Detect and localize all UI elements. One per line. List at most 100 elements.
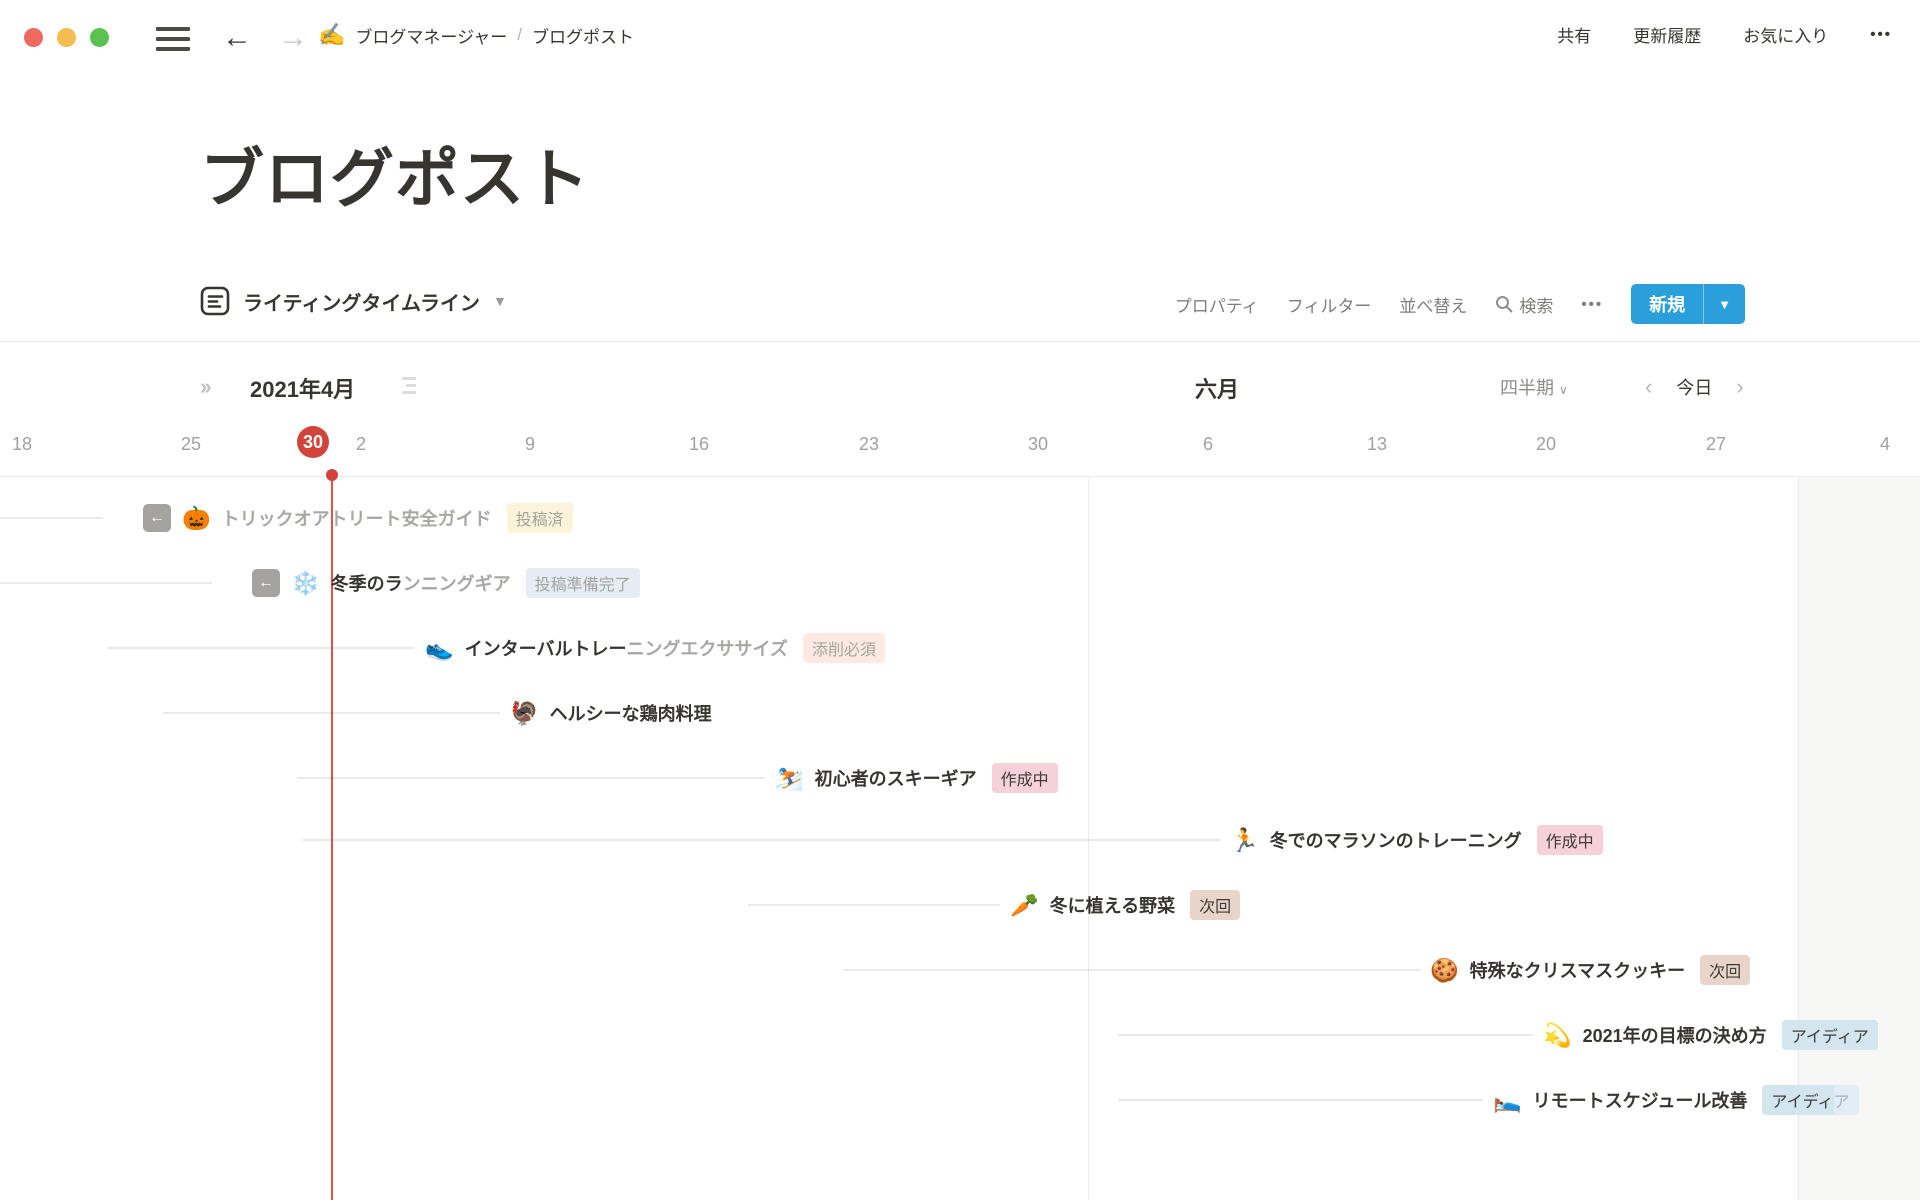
snowflake-icon: ❄️: [291, 572, 320, 595]
date-label: 4: [1880, 434, 1890, 455]
date-label-today: 30: [297, 426, 329, 458]
minimize-window-button[interactable]: [57, 28, 76, 47]
date-label: 2: [356, 434, 366, 455]
sidebar-toggle-icon[interactable]: [156, 27, 190, 51]
forward-arrow-icon[interactable]: →: [278, 18, 308, 58]
cookie-icon: 🍪: [1430, 959, 1459, 982]
timeline-card[interactable]: 👟 インターバルトレーニングエクササイズ 添削必須: [95, 622, 899, 674]
sort-button[interactable]: 並べ替え: [1399, 292, 1467, 317]
date-label: 16: [689, 434, 709, 455]
timeline-card[interactable]: 💫 2021年の目標の決め方 アイディア: [1105, 1009, 1892, 1061]
timeline-card[interactable]: ← ❄️ 冬季のランニングギア 投稿準備完了: [0, 557, 654, 609]
timeline-card[interactable]: 🥕 冬に植える野菜 次回: [735, 879, 1254, 931]
date-label: 13: [1367, 434, 1387, 455]
skier-icon: ⛷️: [775, 767, 804, 790]
date-label: 18: [12, 434, 32, 455]
timeline-view-icon: [200, 286, 230, 316]
view-bar: ライティングタイムライン ▼ プロパティ フィルター 並べ替え 検索 ••• 新…: [0, 270, 1920, 342]
window-controls: [24, 28, 109, 47]
new-entry-chevron-icon[interactable]: ▼: [1704, 284, 1745, 324]
carrot-icon: 🥕: [1010, 894, 1039, 917]
bed-icon: 🛌: [1493, 1089, 1522, 1112]
new-entry-label: 新規: [1631, 284, 1703, 324]
maximize-window-button[interactable]: [90, 28, 109, 47]
view-name: ライティングタイムライン: [243, 287, 480, 316]
window-topbar: ← → ✍️ ブログマネージャー / ブログポスト 共有 更新履歴 お気に入り …: [0, 0, 1920, 76]
date-label: 9: [525, 434, 535, 455]
jump-to-card-button[interactable]: ←: [252, 569, 280, 597]
page-title[interactable]: ブログポスト: [200, 128, 590, 220]
status-badge: 添削必須: [803, 633, 885, 663]
card-title: ヘルシーな鶏肉料理: [550, 700, 712, 726]
share-button[interactable]: 共有: [1557, 22, 1591, 47]
more-options-icon[interactable]: •••: [1870, 26, 1892, 43]
jump-to-card-button[interactable]: ←: [143, 504, 171, 532]
date-label: 6: [1203, 434, 1213, 455]
view-selector[interactable]: ライティングタイムライン ▼: [200, 286, 507, 316]
card-title: 特殊なクリスマスクッキー: [1470, 957, 1685, 983]
card-title: トリックオアトリート安全ガイド: [222, 505, 492, 531]
writing-hand-icon: ✍️: [318, 22, 345, 48]
timeline-month-right: 六月: [1195, 372, 1239, 404]
status-badge: 投稿済: [507, 503, 573, 533]
scroll-indicator-icon: [398, 377, 416, 397]
card-title: インターバルトレーニングエクササイズ: [465, 635, 788, 661]
today-dot: [326, 469, 338, 481]
date-label: 20: [1536, 434, 1556, 455]
timeline-card[interactable]: 🏃 冬でのマラソンのトレーニング 作成中: [290, 814, 1617, 866]
breadcrumb-parent[interactable]: ブログマネージャー: [355, 23, 507, 48]
card-title: 冬でのマラソンのトレーニング: [1270, 827, 1522, 853]
timeline-card[interactable]: 🍪 特殊なクリスマスクッキー 次回: [830, 944, 1764, 996]
today-button[interactable]: 今日: [1676, 374, 1712, 400]
favorite-button[interactable]: お気に入り: [1743, 22, 1828, 47]
timeline-zoom-selector[interactable]: 四半期 ∨: [1500, 374, 1568, 400]
timeline-card[interactable]: 🦃 ヘルシーな鶏肉料理: [150, 687, 726, 739]
pumpkin-icon: 🎃: [182, 507, 211, 530]
back-arrow-icon[interactable]: ←: [222, 18, 252, 58]
breadcrumb-current[interactable]: ブログポスト: [532, 23, 634, 48]
search-button[interactable]: 検索: [1495, 292, 1553, 317]
date-row: 1825302916233061320274: [0, 428, 1920, 468]
new-entry-button[interactable]: 新規 ▼: [1631, 284, 1745, 324]
next-period-icon[interactable]: ›: [1736, 372, 1743, 402]
close-window-button[interactable]: [24, 28, 43, 47]
timeline-month-left: 2021年4月: [250, 372, 355, 404]
status-badge: アイディア: [1782, 1020, 1878, 1050]
status-badge: アイディア: [1762, 1085, 1858, 1115]
breadcrumb-separator: /: [517, 25, 522, 45]
search-icon: [1495, 295, 1513, 313]
card-title: 冬季のランニングギア: [331, 570, 511, 596]
date-label: 25: [181, 434, 201, 455]
timeline-header: ›› 2021年4月 六月 四半期 ∨ ‹ 今日 › 18 25 30 2 9 16 23 3…: [0, 342, 1920, 477]
status-badge: 作成中: [1537, 825, 1603, 855]
card-title: 2021年の目標の決め方: [1583, 1022, 1767, 1048]
timeline-card[interactable]: ⛷️ 初心者のスキーギア 作成中: [285, 752, 1072, 804]
fast-forward-icon[interactable]: ››: [200, 374, 209, 400]
runner-icon: 🏃: [1230, 829, 1259, 852]
breadcrumb: ✍️ ブログマネージャー / ブログポスト: [318, 22, 634, 48]
topbar-actions: 共有 更新履歴 お気に入り •••: [1557, 22, 1892, 47]
status-badge: 次回: [1700, 955, 1750, 985]
card-title: リモートスケジュール改善: [1533, 1087, 1748, 1113]
card-title: 冬に植える野菜: [1050, 892, 1175, 918]
previous-period-icon[interactable]: ‹: [1645, 372, 1652, 402]
view-more-icon[interactable]: •••: [1581, 296, 1603, 313]
status-badge: 作成中: [992, 763, 1058, 793]
sneaker-icon: 👟: [425, 637, 454, 660]
chevron-down-icon: ∨: [1559, 383, 1568, 397]
filter-button[interactable]: フィルター: [1287, 292, 1372, 317]
timeline-card[interactable]: 🛌 リモートスケジュール改善 アイディア: [1105, 1074, 1873, 1126]
chevron-down-icon: ▼: [493, 293, 507, 309]
left-arrow-icon: ←: [258, 575, 274, 591]
notion-window: ← → ✍️ ブログマネージャー / ブログポスト 共有 更新履歴 お気に入り …: [0, 0, 1920, 1200]
view-toolbar: プロパティ フィルター 並べ替え 検索 ••• 新規 ▼: [1175, 280, 1745, 328]
card-title: 初心者のスキーギア: [815, 765, 977, 791]
date-label: 23: [859, 434, 879, 455]
updates-button[interactable]: 更新履歴: [1633, 22, 1701, 47]
left-arrow-icon: ←: [149, 510, 165, 526]
date-label: 30: [1028, 434, 1048, 455]
status-badge: 次回: [1190, 890, 1240, 920]
status-badge: 投稿準備完了: [526, 568, 640, 598]
timeline-card[interactable]: ← 🎃 トリックオアトリート安全ガイド 投稿済: [0, 492, 587, 544]
properties-button[interactable]: プロパティ: [1175, 292, 1259, 317]
